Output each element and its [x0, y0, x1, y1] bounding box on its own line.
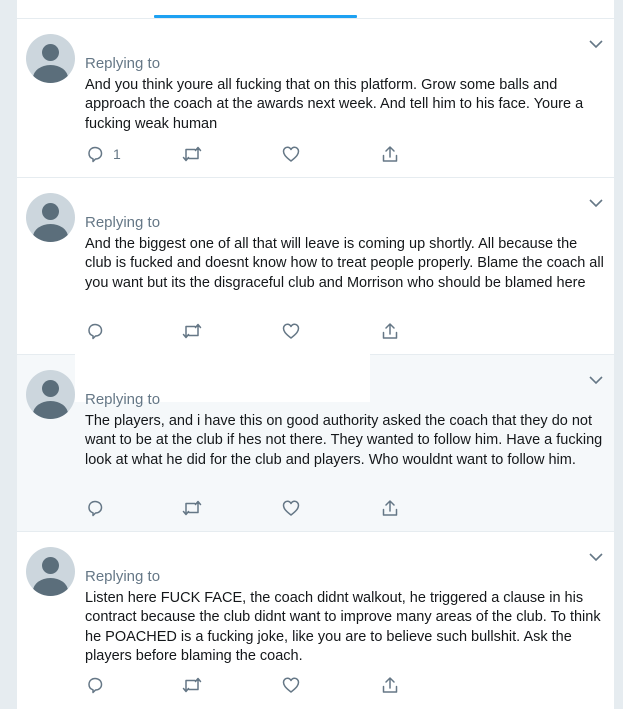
share-button[interactable]	[380, 143, 400, 165]
reply-button[interactable]	[85, 320, 113, 342]
tweet[interactable]: Replying to And the biggest one of all t…	[17, 177, 614, 354]
retweet-button[interactable]	[181, 320, 203, 342]
chevron-down-icon[interactable]	[588, 38, 604, 50]
reply-icon	[88, 677, 103, 694]
replying-to-label: Replying to	[85, 391, 161, 408]
like-icon	[282, 323, 300, 339]
avatar[interactable]	[26, 547, 75, 596]
share-button[interactable]	[380, 674, 400, 696]
tweet-actions	[85, 320, 415, 342]
retweet-icon	[182, 677, 202, 693]
like-icon	[282, 500, 300, 516]
retweet-icon	[182, 500, 202, 516]
retweet-button[interactable]	[181, 674, 203, 696]
replying-to-label: Replying to	[85, 55, 161, 72]
like-button[interactable]	[281, 674, 301, 696]
avatar[interactable]	[26, 370, 75, 419]
share-icon	[382, 323, 398, 339]
timeline: Replying to And you think youre all fuck…	[16, 0, 615, 709]
chevron-down-icon[interactable]	[588, 197, 604, 209]
retweet-icon	[182, 323, 202, 339]
tweet-text: Listen here FUCK FACE, the coach didnt w…	[85, 590, 601, 664]
tweet[interactable]: Replying to And you think youre all fuck…	[17, 18, 614, 177]
like-button[interactable]	[281, 497, 301, 519]
reply-icon	[88, 500, 103, 517]
like-button[interactable]	[281, 320, 301, 342]
like-icon	[282, 146, 300, 162]
reply-icon	[88, 146, 103, 163]
replying-to-label: Replying to	[85, 568, 161, 585]
chevron-down-icon[interactable]	[588, 374, 604, 386]
like-button[interactable]	[281, 143, 301, 165]
retweet-button[interactable]	[181, 143, 203, 165]
retweet-icon	[182, 146, 202, 162]
share-icon	[382, 146, 398, 162]
like-icon	[282, 677, 300, 693]
share-icon	[382, 500, 398, 516]
tweet-actions	[85, 497, 415, 519]
tweet-text: And you think youre all fucking that on …	[85, 77, 584, 132]
avatar[interactable]	[26, 193, 75, 242]
share-button[interactable]	[380, 497, 400, 519]
reply-count: 1	[113, 146, 121, 162]
tweet-text: The players, and i have this on good aut…	[85, 413, 603, 468]
tweet-text: And the biggest one of all that will lea…	[85, 236, 604, 291]
replying-to-label: Replying to	[85, 214, 161, 231]
tweet-actions: 1	[85, 143, 415, 165]
retweet-button[interactable]	[181, 497, 203, 519]
tweet[interactable]: Replying to The players, and i have this…	[17, 354, 614, 531]
share-button[interactable]	[380, 320, 400, 342]
reply-button[interactable]	[85, 497, 113, 519]
reply-icon	[88, 323, 103, 340]
share-icon	[382, 677, 398, 693]
tweet[interactable]: Replying to Listen here FUCK FACE, the c…	[17, 531, 614, 709]
chevron-down-icon[interactable]	[588, 551, 604, 563]
reply-button[interactable]	[85, 674, 113, 696]
avatar[interactable]	[26, 34, 75, 83]
tweet-actions	[85, 674, 415, 696]
reply-button[interactable]: 1	[85, 143, 121, 165]
